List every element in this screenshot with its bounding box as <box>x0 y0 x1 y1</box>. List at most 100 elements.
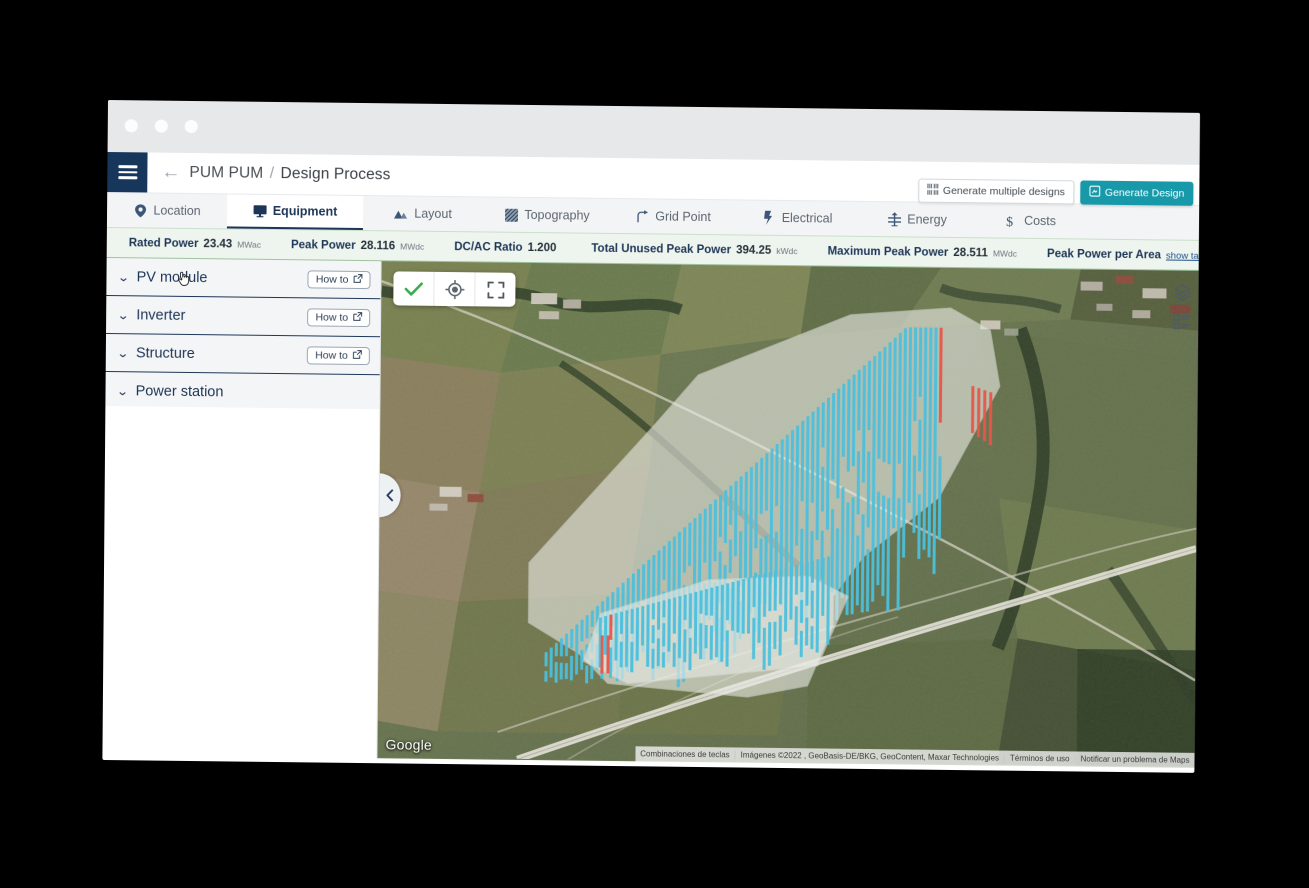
layers-button[interactable] <box>1172 283 1192 303</box>
section-label: Structure <box>135 344 195 362</box>
external-link-icon <box>352 349 362 361</box>
sidebar-section-inverter[interactable]: ⌄ Inverter How to <box>106 296 381 338</box>
tab-grid-point[interactable]: Grid Point <box>611 199 735 234</box>
attribution-imagery: Imágenes ©2022 , GeoBasis-DE/BKG, GeoCon… <box>734 750 1004 763</box>
grid-point-icon <box>635 209 649 223</box>
stat-label: DC/AC Ratio <box>454 240 523 254</box>
stat-peak-power: Peak Power 28.116 MWdc <box>291 239 424 253</box>
attribution-keyboard-shortcuts[interactable]: Combinaciones de teclas <box>635 749 734 759</box>
tab-electrical[interactable]: Electrical <box>735 200 859 235</box>
stat-total-unused-peak-power: Total Unused Peak Power 394.25 kWdc <box>591 242 797 256</box>
stat-value: 394.25 <box>736 243 772 257</box>
map-controls <box>393 271 516 307</box>
window-traffic-lights[interactable] <box>124 119 198 134</box>
sidebar-section-pv-module[interactable]: ⌄ PV module How to <box>106 258 381 300</box>
tab-equipment[interactable]: Equipment <box>226 194 364 231</box>
sidebar-section-structure[interactable]: ⌄ Structure How to <box>105 334 381 376</box>
button-label: Generate Design <box>1104 186 1185 200</box>
energy-tower-icon <box>887 212 901 227</box>
breadcrumb-text: PUM PUM / Design Process <box>189 164 390 184</box>
stat-rated-power: Rated Power 23.43 MWac <box>129 237 261 251</box>
confirm-check-button[interactable] <box>393 271 435 306</box>
generate-design-button[interactable]: Generate Design <box>1079 180 1194 206</box>
stat-unit: kWdc <box>776 245 798 256</box>
legend-button[interactable] <box>1172 313 1192 333</box>
breadcrumb-current: Design Process <box>280 165 391 184</box>
tab-costs[interactable]: $ Costs <box>975 203 1085 238</box>
lightning-bolt-icon <box>762 210 776 225</box>
tab-label: Location <box>153 203 201 219</box>
show-table-link[interactable]: show table <box>1166 250 1200 262</box>
stat-value: 28.511 <box>953 246 988 259</box>
monitor-icon <box>253 204 267 218</box>
attribution-report-problem[interactable]: Notificar un problema de Maps <box>1074 754 1195 765</box>
design-icon <box>1088 185 1100 200</box>
tab-location[interactable]: Location <box>107 193 227 228</box>
stat-label: Peak Power <box>290 238 356 252</box>
tab-label: Electrical <box>781 210 833 226</box>
chevron-down-icon: ⌄ <box>116 345 130 360</box>
breadcrumb-project[interactable]: PUM PUM <box>189 164 263 182</box>
section-label: Power station <box>135 382 224 400</box>
stat-unit: MWdc <box>400 240 425 252</box>
generate-actions: Generate multiple designs Generate Desig… <box>917 178 1194 206</box>
stat-unit: MWac <box>237 239 262 250</box>
main-body: ⌄ PV module How to ⌄ Inverter How to ⌄ S… <box>102 258 1199 768</box>
section-label: PV module <box>136 268 208 286</box>
section-label: Inverter <box>136 306 186 324</box>
stat-peak-power-per-area: Peak Power per Area show table <box>1047 248 1200 262</box>
generate-multiple-designs-button[interactable]: Generate multiple designs <box>917 178 1075 205</box>
attribution-terms[interactable]: Términos de uso <box>1003 753 1075 764</box>
stat-value: 23.43 <box>203 237 233 250</box>
hatched-square-icon <box>504 208 518 222</box>
breadcrumb-separator: / <box>269 164 275 182</box>
window-close-dot[interactable] <box>124 119 138 133</box>
tab-label: Topography <box>524 207 590 223</box>
how-to-button-structure[interactable]: How to <box>307 345 370 365</box>
map-canvas <box>377 261 1199 768</box>
browser-window: ← PUM PUM / Design Process Location Equi… <box>102 100 1200 773</box>
sidebar-empty-area <box>102 406 380 759</box>
screenshot-stage: ← PUM PUM / Design Process Location Equi… <box>0 0 1309 888</box>
map-pin-icon <box>133 203 147 217</box>
stat-value: 1.200 <box>527 241 557 254</box>
chevron-down-icon: ⌄ <box>116 307 130 322</box>
chevron-down-icon: ⌄ <box>117 269 130 284</box>
stat-value: 28.116 <box>360 239 396 252</box>
how-to-button-pv-module[interactable]: How to <box>307 269 371 289</box>
how-to-label: How to <box>315 310 349 324</box>
map-right-tools <box>1172 283 1192 333</box>
google-logo: Google <box>385 736 432 753</box>
tab-label: Costs <box>1024 213 1057 229</box>
stat-dc-ac-ratio: DC/AC Ratio 1.200 <box>454 241 561 254</box>
stat-label: Maximum Peak Power <box>827 245 949 259</box>
how-to-button-inverter[interactable]: How to <box>307 307 371 327</box>
stat-label: Peak Power per Area <box>1046 247 1162 261</box>
breadcrumb: ← PUM PUM / Design Process <box>147 152 390 195</box>
external-link-icon <box>353 311 363 323</box>
stat-maximum-peak-power: Maximum Peak Power 28.511 MWdc <box>828 245 1018 259</box>
stat-label: Total Unused Peak Power <box>591 242 732 256</box>
stat-unit: MWdc <box>992 247 1018 259</box>
stat-label: Rated Power <box>128 236 199 250</box>
window-minimize-dot[interactable] <box>154 119 168 133</box>
external-link-icon <box>353 273 363 285</box>
tab-label: Energy <box>907 212 947 227</box>
mountains-icon <box>394 206 408 220</box>
tab-energy[interactable]: Energy <box>859 202 975 237</box>
dollar-sign-icon: $ <box>1004 214 1018 229</box>
how-to-label: How to <box>315 348 348 362</box>
chevron-down-icon: ⌄ <box>116 383 129 398</box>
recenter-button[interactable] <box>434 271 476 307</box>
fullscreen-button[interactable] <box>475 272 515 306</box>
tab-topography[interactable]: Topography <box>483 197 611 233</box>
tab-label: Layout <box>414 206 452 222</box>
hamburger-menu-icon[interactable] <box>107 152 148 193</box>
window-maximize-dot[interactable] <box>184 119 198 134</box>
tab-layout[interactable]: Layout <box>363 196 483 231</box>
grid-designs-icon <box>926 183 938 198</box>
back-arrow-icon[interactable]: ← <box>161 161 180 182</box>
satellite-map[interactable]: Google Combinaciones de teclas Imágenes … <box>377 261 1199 768</box>
equipment-sidebar: ⌄ PV module How to ⌄ Inverter How to ⌄ S… <box>102 258 382 759</box>
svg-text:$: $ <box>1006 215 1013 229</box>
